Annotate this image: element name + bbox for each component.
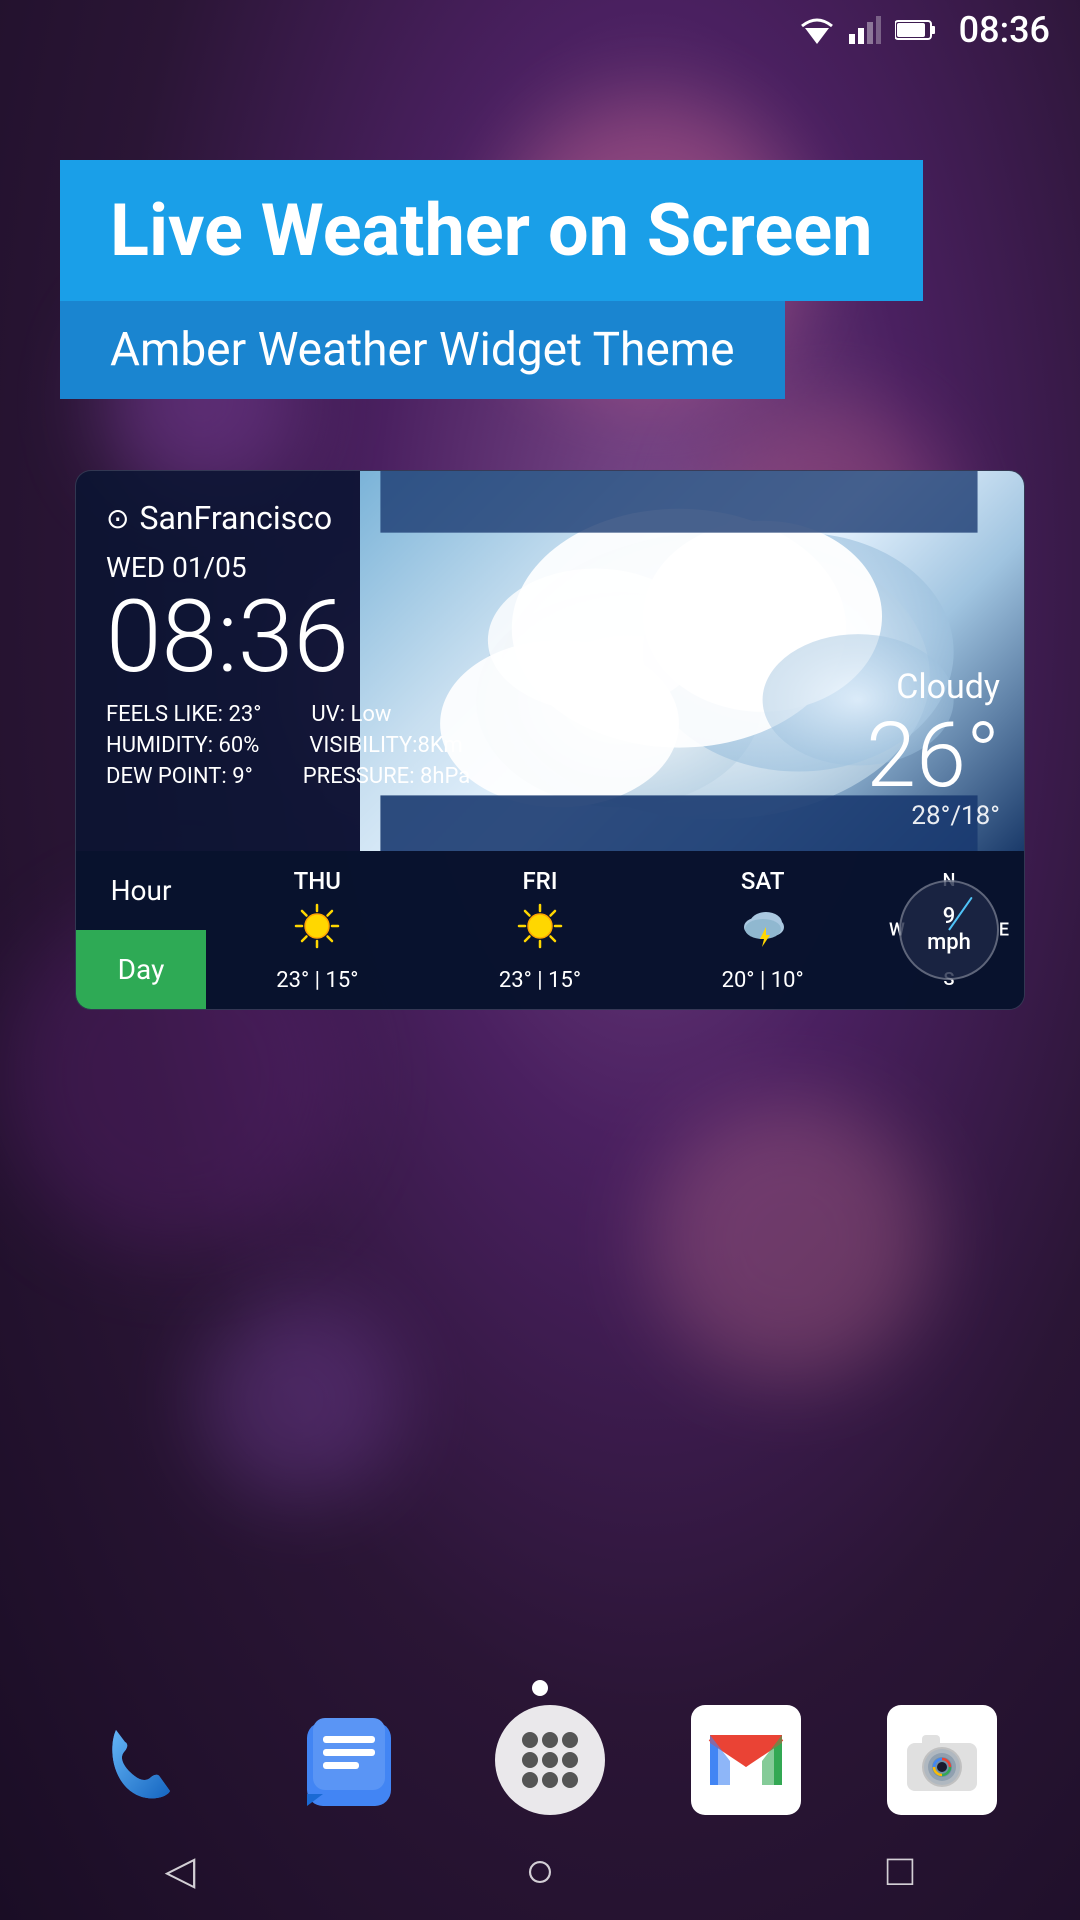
promo-title: Live Weather on Screen: [110, 188, 873, 273]
compass-container: N S E W 9 mph: [889, 870, 1009, 990]
back-button[interactable]: ◁: [140, 1830, 220, 1910]
day-sat-name: SAT: [741, 867, 785, 895]
day-thu-icon: [292, 901, 342, 962]
location-icon: ⊙: [106, 502, 129, 535]
status-time: 08:36: [959, 9, 1050, 51]
stat-row-2: HUMIDITY: 60% VISIBILITY:8Km: [106, 733, 567, 758]
gmail-app-icon[interactable]: [691, 1705, 801, 1815]
day-fri-name: FRI: [522, 867, 557, 895]
visibility: VISIBILITY:8Km: [309, 733, 462, 758]
widget-time: 08:36: [106, 588, 567, 688]
wind-compass: N S E W 9 mph: [874, 851, 1024, 1009]
humidity: HUMIDITY: 60%: [106, 733, 259, 758]
forecast-day-fri: FRI 23° | 15°: [429, 851, 652, 1009]
promo-subtitle: Amber Weather Widget Theme: [110, 323, 735, 377]
day-thu-name: THU: [294, 867, 341, 895]
widget-top: ⊙ SanFrancisco WED 01/05 08:36 FEELS LIK…: [76, 471, 1024, 851]
day-fri-temps: 23° | 15°: [499, 968, 581, 993]
status-bar: 08:36: [0, 0, 1080, 60]
weather-condition: Cloudy: [866, 667, 1000, 707]
feels-like: FEELS LIKE: 23°: [106, 702, 261, 727]
promo-banner: Live Weather on Screen Amber Weather Wid…: [60, 160, 923, 399]
location-row: ⊙ SanFrancisco: [106, 499, 567, 537]
forecast-day-sat: SAT 20° | 10°: [651, 851, 874, 1009]
wifi-icon: [799, 16, 835, 44]
page-dot: [532, 1680, 548, 1696]
messages-app-icon[interactable]: [289, 1700, 409, 1820]
forecast-day-thu: THU 23° | 15°: [206, 851, 429, 1009]
widget-bottom: Hour Day THU: [76, 851, 1024, 1009]
weather-temp: 26°: [866, 711, 1000, 801]
dew-point: DEW POINT: 9°: [106, 764, 253, 789]
day-sat-temps: 20° | 10°: [722, 968, 804, 993]
compass-east: E: [999, 920, 1009, 941]
promo-subtitle-box: Amber Weather Widget Theme: [60, 301, 785, 399]
home-button[interactable]: ○: [500, 1830, 580, 1910]
uv: UV: Low: [311, 702, 391, 727]
forecast-tabs[interactable]: Hour Day: [76, 851, 206, 1009]
forecast-days: THU 23° | 15°: [206, 851, 874, 1009]
promo-title-box: Live Weather on Screen: [60, 160, 923, 301]
apps-drawer-icon[interactable]: [495, 1705, 605, 1815]
battery-icon: [895, 19, 935, 41]
widget-info-left: ⊙ SanFrancisco WED 01/05 08:36 FEELS LIK…: [76, 471, 597, 823]
nav-bar: ◁ ○ □: [0, 1820, 1080, 1920]
location-name: SanFrancisco: [139, 499, 332, 537]
pressure: PRESSURE: 8hPa: [303, 764, 470, 789]
camera-app-icon[interactable]: [887, 1705, 997, 1815]
hour-tab[interactable]: Hour: [76, 851, 206, 930]
signal-icon: [849, 16, 881, 44]
widget-stats: FEELS LIKE: 23° UV: Low HUMIDITY: 60% VI…: [106, 702, 567, 789]
page-indicator: [532, 1680, 548, 1700]
recents-button[interactable]: □: [860, 1830, 940, 1910]
status-icons: 08:36: [799, 9, 1050, 51]
widget-right-weather: Cloudy 26° 28°/18°: [866, 667, 1000, 831]
app-dock: [0, 1700, 1080, 1820]
day-fri-icon: [515, 901, 565, 962]
day-thu-temps: 23° | 15°: [276, 968, 358, 993]
day-sat-icon: [738, 901, 788, 962]
day-tab[interactable]: Day: [76, 930, 206, 1009]
stat-row-3: DEW POINT: 9° PRESSURE: 8hPa: [106, 764, 567, 789]
phone-app-icon[interactable]: [83, 1700, 203, 1820]
weather-widget[interactable]: ⊙ SanFrancisco WED 01/05 08:36 FEELS LIK…: [75, 470, 1025, 1010]
stat-row-1: FEELS LIKE: 23° UV: Low: [106, 702, 567, 727]
